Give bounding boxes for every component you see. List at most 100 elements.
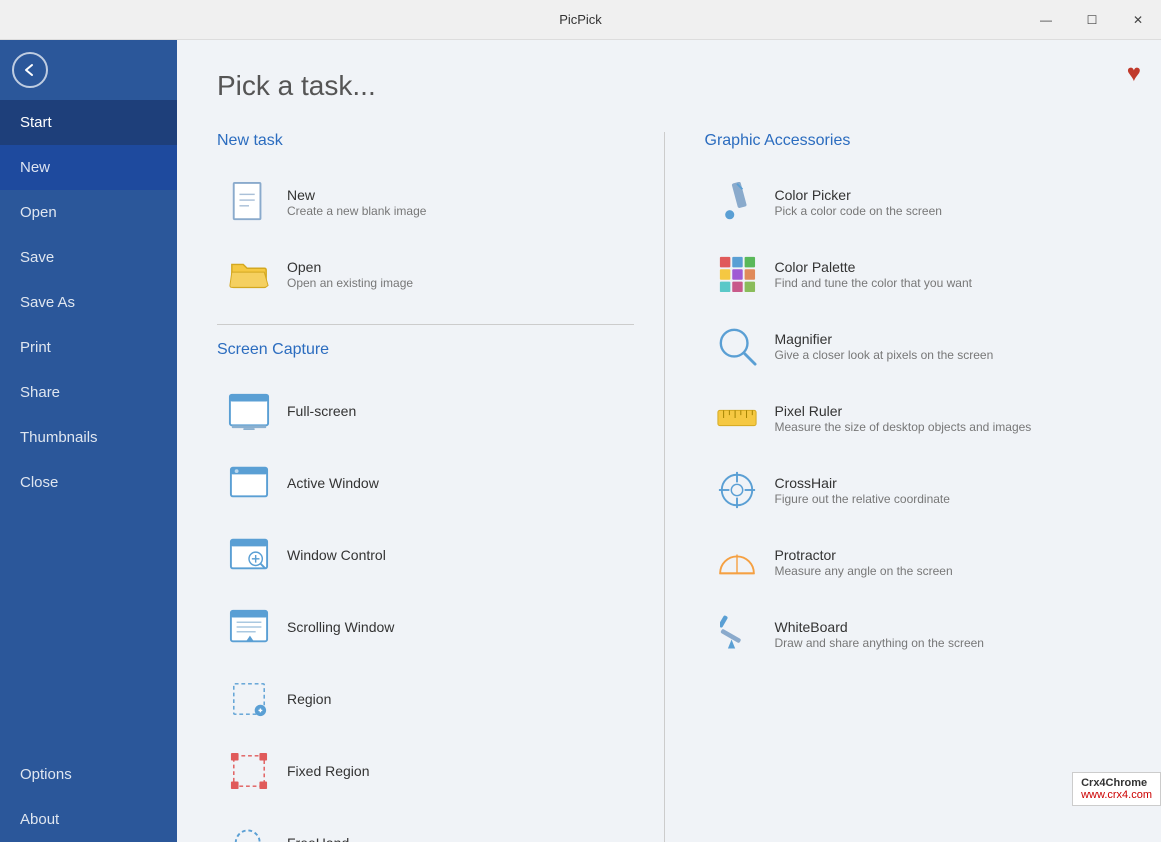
task-freehand-name: FreeHand	[287, 835, 349, 842]
close-button[interactable]: ✕	[1115, 0, 1161, 40]
sidebar-item-save[interactable]: Save	[0, 235, 177, 280]
pixel-ruler-icon	[713, 394, 761, 442]
task-windowcontrol-name: Window Control	[287, 547, 386, 563]
task-scrollingwindow[interactable]: Scrolling Window	[217, 593, 634, 661]
task-new-name: New	[287, 187, 426, 203]
task-open[interactable]: Open Open an existing image	[217, 240, 634, 308]
protractor-icon	[713, 538, 761, 586]
page-title: Pick a task...	[217, 70, 1121, 102]
sidebar-item-open[interactable]: Open	[0, 190, 177, 235]
task-colorpalette-name: Color Palette	[775, 259, 972, 275]
scrolling-window-icon	[225, 603, 273, 651]
sidebar-item-print[interactable]: Print	[0, 325, 177, 370]
task-activewindow[interactable]: Active Window	[217, 449, 634, 517]
task-fullscreen-name: Full-screen	[287, 403, 356, 419]
task-pixelruler[interactable]: Pixel Ruler Measure the size of desktop …	[705, 384, 1122, 452]
new-task-section-title: New task	[217, 132, 634, 150]
watermark-line2: www.crx4.com	[1081, 789, 1152, 801]
crosshair-icon	[713, 466, 761, 514]
watermark: Crx4Chrome www.crx4.com	[1072, 772, 1161, 806]
task-windowcontrol-text: Window Control	[287, 547, 386, 563]
task-new-text: New Create a new blank image	[287, 187, 426, 218]
task-colorpalette-text: Color Palette Find and tune the color th…	[775, 259, 972, 290]
color-palette-icon	[713, 250, 761, 298]
section-divider	[217, 324, 634, 325]
whiteboard-icon	[713, 610, 761, 658]
task-colorpalette[interactable]: Color Palette Find and tune the color th…	[705, 240, 1122, 308]
task-region-text: Region	[287, 691, 331, 707]
task-fixedregion[interactable]: Fixed Region	[217, 737, 634, 805]
sidebar-item-new[interactable]: New	[0, 145, 177, 190]
screen-capture-section-title: Screen Capture	[217, 341, 634, 359]
task-crosshair[interactable]: CrossHair Figure out the relative coordi…	[705, 456, 1122, 524]
sidebar-item-close[interactable]: Close	[0, 460, 177, 505]
sidebar-nav: Start New Open Save Save As Print Share …	[0, 100, 177, 842]
task-magnifier-text: Magnifier Give a closer look at pixels o…	[775, 331, 994, 362]
window-control-icon	[225, 531, 273, 579]
task-open-name: Open	[287, 259, 413, 275]
open-icon	[225, 250, 273, 298]
task-fixedregion-name: Fixed Region	[287, 763, 370, 779]
task-open-desc: Open an existing image	[287, 276, 413, 290]
task-protractor-desc: Measure any angle on the screen	[775, 564, 953, 578]
main-columns: New task New	[217, 132, 1121, 842]
task-colorpalette-desc: Find and tune the color that you want	[775, 276, 972, 290]
app-title: PicPick	[559, 12, 602, 27]
task-magnifier[interactable]: Magnifier Give a closer look at pixels o…	[705, 312, 1122, 380]
task-magnifier-desc: Give a closer look at pixels on the scre…	[775, 348, 994, 362]
task-windowcontrol[interactable]: Window Control	[217, 521, 634, 589]
task-region[interactable]: Region	[217, 665, 634, 733]
content-area: ♥ Pick a task... New task	[177, 40, 1161, 842]
task-fullscreen[interactable]: Full-screen	[217, 377, 634, 445]
content-inner: ♥ Pick a task... New task	[177, 40, 1161, 842]
task-scrollingwindow-name: Scrolling Window	[287, 619, 394, 635]
sidebar-bottom: Options About	[0, 752, 177, 842]
titlebar: PicPick — ☐ ✕	[0, 0, 1161, 40]
task-colorpicker[interactable]: Color Picker Pick a color code on the sc…	[705, 168, 1122, 236]
new-icon	[225, 178, 273, 226]
task-whiteboard[interactable]: WhiteBoard Draw and share anything on th…	[705, 600, 1122, 668]
task-protractor-name: Protractor	[775, 547, 953, 563]
maximize-button[interactable]: ☐	[1069, 0, 1115, 40]
task-new-desc: Create a new blank image	[287, 204, 426, 218]
accessories-section-title: Graphic Accessories	[705, 132, 1122, 150]
task-colorpicker-name: Color Picker	[775, 187, 942, 203]
task-colorpicker-text: Color Picker Pick a color code on the sc…	[775, 187, 942, 218]
color-picker-icon	[713, 178, 761, 226]
task-activewindow-name: Active Window	[287, 475, 379, 491]
back-button[interactable]	[0, 40, 60, 100]
favorite-button[interactable]: ♥	[1127, 60, 1141, 88]
task-activewindow-text: Active Window	[287, 475, 379, 491]
left-column: New task New	[217, 132, 665, 842]
fullscreen-icon	[225, 387, 273, 435]
task-fixedregion-text: Fixed Region	[287, 763, 370, 779]
task-freehand[interactable]: FreeHand	[217, 809, 634, 842]
task-pixelruler-desc: Measure the size of desktop objects and …	[775, 420, 1032, 434]
task-scrollingwindow-text: Scrolling Window	[287, 619, 394, 635]
minimize-button[interactable]: —	[1023, 0, 1069, 40]
sidebar-item-options[interactable]: Options	[0, 752, 177, 797]
task-crosshair-text: CrossHair Figure out the relative coordi…	[775, 475, 950, 506]
task-fullscreen-text: Full-screen	[287, 403, 356, 419]
magnifier-icon	[713, 322, 761, 370]
sidebar-item-save-as[interactable]: Save As	[0, 280, 177, 325]
sidebar-item-thumbnails[interactable]: Thumbnails	[0, 415, 177, 460]
task-colorpicker-desc: Pick a color code on the screen	[775, 204, 942, 218]
sidebar: Start New Open Save Save As Print Share …	[0, 40, 177, 842]
sidebar-item-start[interactable]: Start	[0, 100, 177, 145]
task-protractor[interactable]: Protractor Measure any angle on the scre…	[705, 528, 1122, 596]
task-whiteboard-desc: Draw and share anything on the screen	[775, 636, 984, 650]
task-crosshair-desc: Figure out the relative coordinate	[775, 492, 950, 506]
right-column: Graphic Accessories Color Picker	[665, 132, 1122, 842]
sidebar-item-about[interactable]: About	[0, 797, 177, 842]
task-magnifier-name: Magnifier	[775, 331, 994, 347]
window-controls: — ☐ ✕	[1023, 0, 1161, 39]
freehand-icon	[225, 819, 273, 842]
task-protractor-text: Protractor Measure any angle on the scre…	[775, 547, 953, 578]
region-icon	[225, 675, 273, 723]
sidebar-item-share[interactable]: Share	[0, 370, 177, 415]
fixed-region-icon	[225, 747, 273, 795]
task-new[interactable]: New Create a new blank image	[217, 168, 634, 236]
task-freehand-text: FreeHand	[287, 835, 349, 842]
task-crosshair-name: CrossHair	[775, 475, 950, 491]
